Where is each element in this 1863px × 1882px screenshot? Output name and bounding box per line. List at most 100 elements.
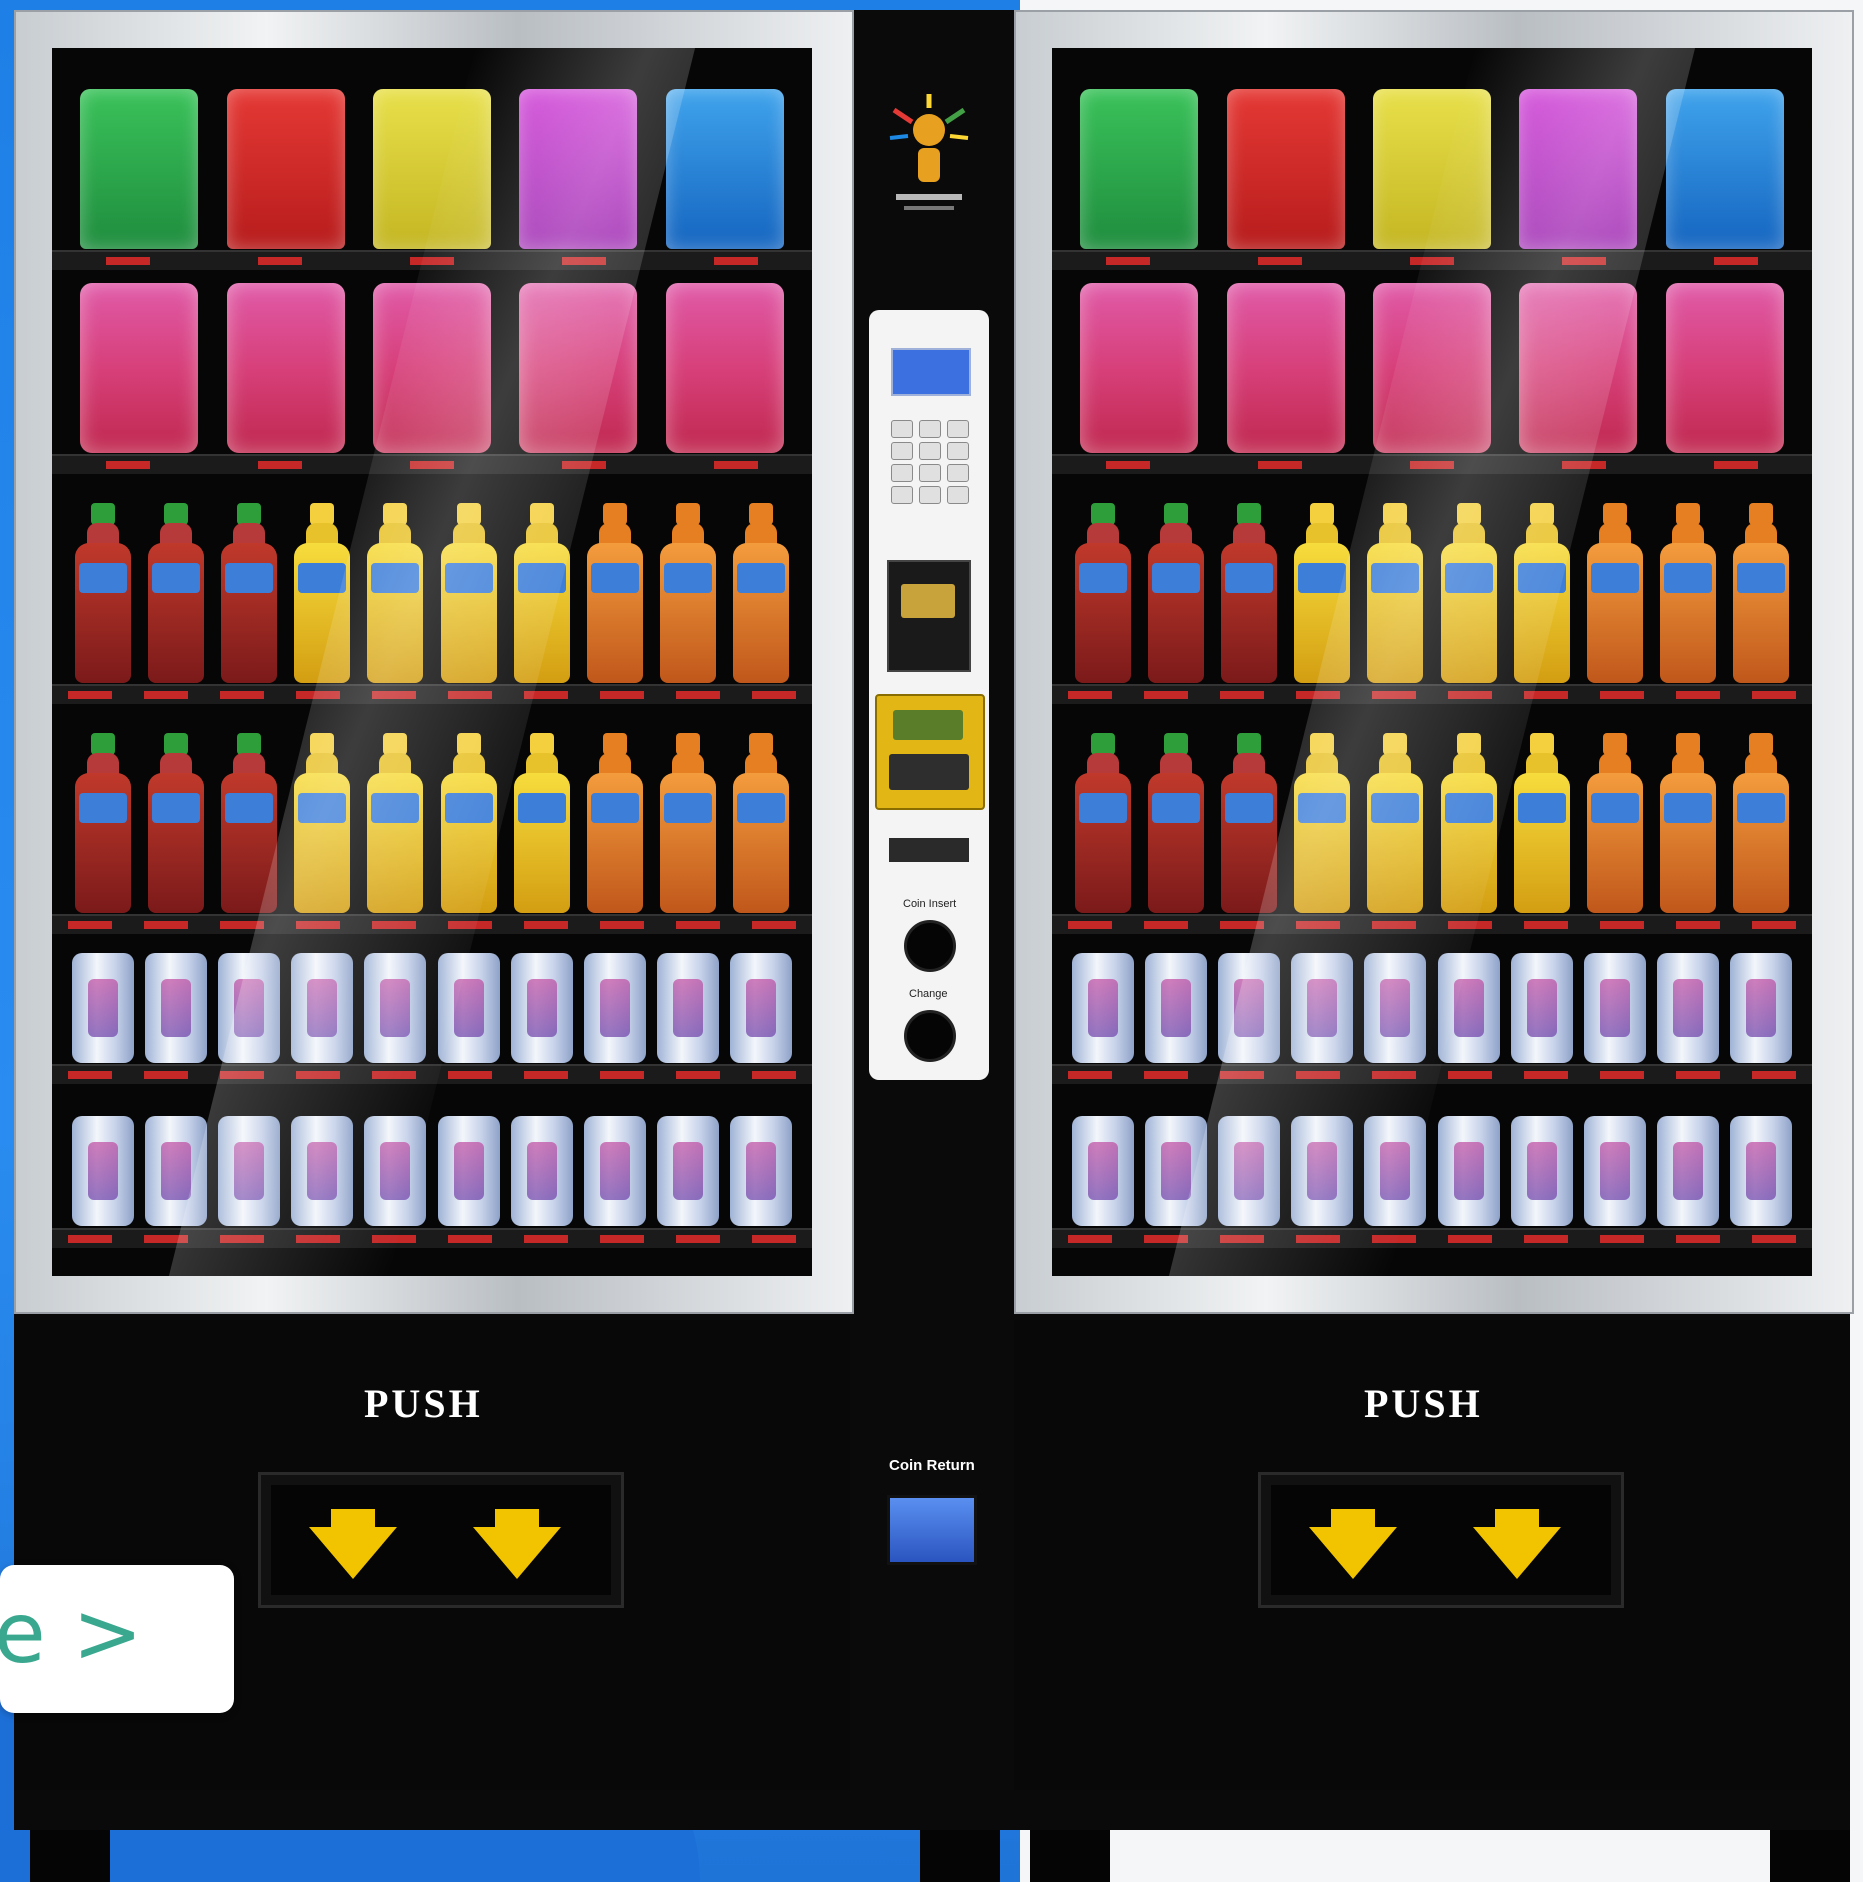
- bottle: [733, 503, 790, 683]
- coin-insert-slot[interactable]: [904, 920, 956, 972]
- chip-bag: [1226, 89, 1345, 249]
- chip-bag: [1080, 89, 1199, 249]
- bottle: [1074, 733, 1131, 913]
- arrow-down-icon: [1309, 1527, 1397, 1579]
- keypad-key[interactable]: [919, 442, 941, 460]
- shelf-price-rail: [52, 1228, 812, 1248]
- can: [1583, 953, 1646, 1063]
- right-window-frame: [1014, 10, 1854, 1314]
- can: [437, 1116, 500, 1226]
- product-pickup-flap[interactable]: [1258, 1472, 1624, 1608]
- can: [583, 1116, 646, 1226]
- bottle: [1733, 733, 1790, 913]
- can: [1583, 1116, 1646, 1226]
- candy-bag: [226, 283, 345, 453]
- bottle: [147, 503, 204, 683]
- bottle: [733, 733, 790, 913]
- keypad-key[interactable]: [891, 486, 913, 504]
- left-display-window: [52, 48, 812, 1276]
- bottle: [74, 503, 131, 683]
- arrow-down-icon: [473, 1527, 561, 1579]
- can: [510, 1116, 573, 1226]
- right-display-window: [1052, 48, 1812, 1276]
- arrow-down-icon-stem: [1495, 1509, 1539, 1531]
- card-coin-mechanism[interactable]: [875, 694, 985, 810]
- coin-insert-label: Coin Insert: [903, 898, 957, 910]
- bottle: [74, 733, 131, 913]
- bottle: [586, 503, 643, 683]
- keypad-key[interactable]: [947, 442, 969, 460]
- machine-leg: [920, 1830, 1000, 1882]
- can: [1071, 953, 1134, 1063]
- chip-bag: [665, 89, 784, 249]
- overlay-popup[interactable]: e >: [0, 1565, 234, 1713]
- can: [1510, 1116, 1573, 1226]
- can: [1144, 953, 1207, 1063]
- machine-leg: [1030, 1830, 1110, 1882]
- keypad-key[interactable]: [891, 464, 913, 482]
- bottle: [1147, 733, 1204, 913]
- can: [1730, 953, 1793, 1063]
- bottle: [660, 733, 717, 913]
- candy-bag: [1226, 283, 1345, 453]
- can: [1730, 1116, 1793, 1226]
- bottle: [660, 503, 717, 683]
- arrow-down-icon: [1473, 1527, 1561, 1579]
- right-lower-panel: PUSH: [1014, 1320, 1850, 1790]
- can: [657, 953, 720, 1063]
- brand-logo-icon: [874, 90, 984, 220]
- keypad-key[interactable]: [947, 486, 969, 504]
- push-label: PUSH: [364, 1381, 483, 1426]
- lcd-display: [891, 348, 971, 396]
- can: [510, 953, 573, 1063]
- keypad-key[interactable]: [891, 420, 913, 438]
- can: [730, 1116, 793, 1226]
- coin-return-label: Coin Return: [889, 1457, 975, 1474]
- can: [730, 953, 793, 1063]
- bottle: [1660, 503, 1717, 683]
- bottle: [513, 733, 570, 913]
- bottle: [1147, 503, 1204, 683]
- can: [657, 1116, 720, 1226]
- candy-bag: [1665, 283, 1784, 453]
- shelf-price-rail: [1052, 1228, 1812, 1248]
- machine-leg: [30, 1830, 110, 1882]
- arrow-down-icon-stem: [331, 1509, 375, 1531]
- arrow-down-icon: [309, 1527, 397, 1579]
- change-button[interactable]: [904, 1010, 956, 1062]
- push-label: PUSH: [1364, 1381, 1483, 1426]
- vending-machine: PUSH Coin Insert Change Coin Return PUSH: [14, 10, 1854, 1830]
- machine-leg: [1770, 1830, 1850, 1882]
- bottle: [1660, 733, 1717, 913]
- candy-bag: [1080, 283, 1199, 453]
- bill-acceptor[interactable]: [887, 560, 971, 672]
- keypad-key[interactable]: [947, 420, 969, 438]
- bottle: [1513, 733, 1570, 913]
- card-slot[interactable]: [889, 838, 969, 862]
- can: [1657, 1116, 1720, 1226]
- can: [71, 1116, 134, 1226]
- bottle: [586, 733, 643, 913]
- keypad-key[interactable]: [891, 442, 913, 460]
- candy-bag: [665, 283, 784, 453]
- keypad-key[interactable]: [919, 420, 941, 438]
- bottle: [220, 503, 277, 683]
- left-lower-panel: PUSH: [14, 1320, 850, 1790]
- bottle: [1733, 503, 1790, 683]
- chip-bag: [226, 89, 345, 249]
- arrow-down-icon-stem: [1331, 1509, 1375, 1531]
- coin-return-tray[interactable]: [887, 1495, 977, 1565]
- can: [1657, 953, 1720, 1063]
- bottle: [1586, 503, 1643, 683]
- keypad-key[interactable]: [947, 464, 969, 482]
- keypad-key[interactable]: [919, 464, 941, 482]
- can: [144, 953, 207, 1063]
- bottle: [1586, 733, 1643, 913]
- popup-text: e >: [0, 1584, 143, 1682]
- can-shelf: [1052, 1086, 1812, 1226]
- can: [71, 953, 134, 1063]
- keypad-key[interactable]: [919, 486, 941, 504]
- arrow-down-icon-stem: [495, 1509, 539, 1531]
- product-pickup-flap[interactable]: [258, 1472, 624, 1608]
- change-label: Change: [909, 988, 948, 1000]
